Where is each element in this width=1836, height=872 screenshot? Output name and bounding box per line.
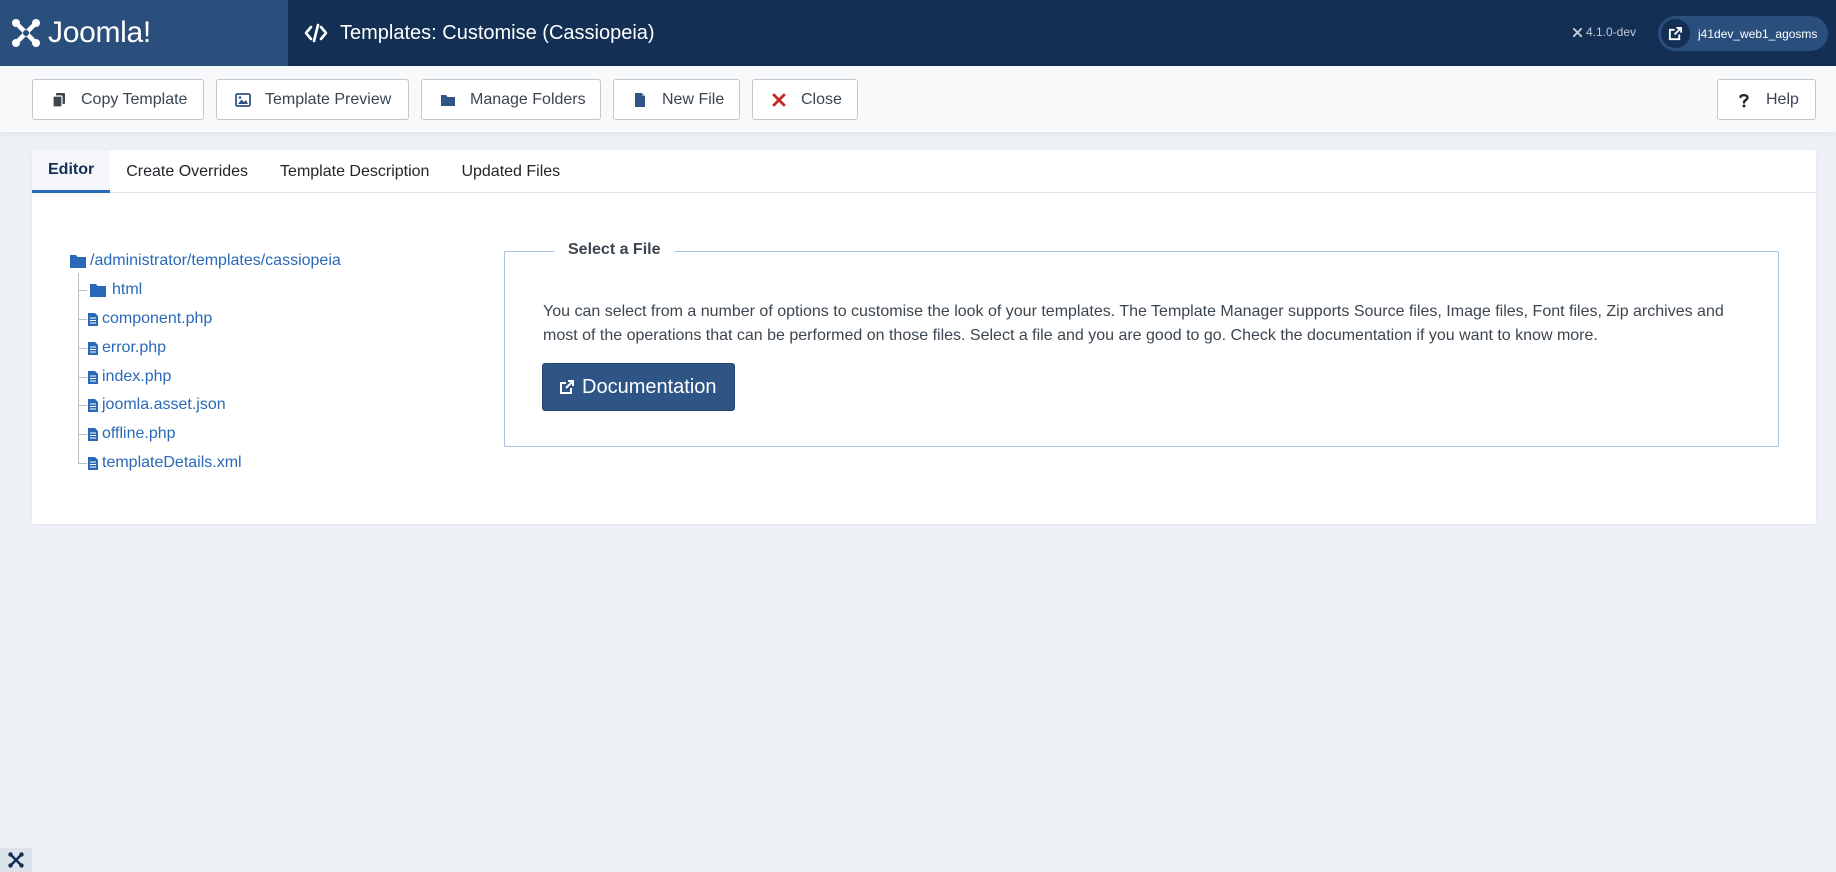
tree-folder-html[interactable]: html xyxy=(90,281,142,299)
toolbar: Copy Template Template Preview Manage Fo… xyxy=(0,66,1836,132)
site-link-label: j41dev_web1_agosms xyxy=(1698,26,1818,41)
select-file-legend: Select a File xyxy=(554,241,675,259)
tree-folder-label: html xyxy=(112,281,143,298)
version-text: 4.1.0-dev xyxy=(1586,25,1637,39)
select-file-description: You can select from a number of options … xyxy=(543,303,1724,344)
site-link-button[interactable]: j41dev_web1_agosms xyxy=(1658,16,1828,51)
close-button[interactable]: Close xyxy=(752,79,858,120)
tree-file-label: joomla.asset.json xyxy=(102,396,226,413)
file-icon xyxy=(88,312,98,326)
select-file-fieldset xyxy=(504,251,1779,447)
file-icon xyxy=(635,92,645,107)
page-title: Templates: Customise (Cassiopeia) xyxy=(340,21,655,44)
tree-root-label: /administrator/templates/cassiopeia xyxy=(90,252,341,269)
tree-file-asset-json[interactable]: joomla.asset.json xyxy=(88,396,226,414)
editor-card: Editor Create Overrides Template Descrip… xyxy=(32,150,1816,524)
tree-file-offline[interactable]: offline.php xyxy=(88,425,176,443)
documentation-label: Documentation xyxy=(582,375,717,398)
tree-file-label: templateDetails.xml xyxy=(102,454,242,471)
joomla-logo[interactable]: Joomla! xyxy=(0,0,288,66)
tree-file-component[interactable]: component.php xyxy=(88,310,212,328)
joomla-logo-icon xyxy=(8,852,24,868)
tree-connector xyxy=(78,319,87,320)
tab-create-overrides[interactable]: Create Overrides xyxy=(110,150,264,193)
tree-root-folder[interactable]: /administrator/templates/cassiopeia xyxy=(70,252,341,270)
version-label: 4.1.0-dev xyxy=(1572,25,1636,39)
tree-file-template-details[interactable]: templateDetails.xml xyxy=(88,454,242,472)
image-icon xyxy=(235,92,251,107)
template-preview-button[interactable]: Template Preview xyxy=(216,79,409,120)
tab-template-description[interactable]: Template Description xyxy=(264,150,445,193)
page-title-wrap: Templates: Customise (Cassiopeia) xyxy=(304,22,655,45)
joomla-logo-icon xyxy=(12,19,40,47)
tree-file-label: offline.php xyxy=(102,425,176,442)
code-icon xyxy=(304,23,328,43)
manage-folders-button[interactable]: Manage Folders xyxy=(421,79,601,120)
help-button[interactable]: Help xyxy=(1717,79,1816,120)
tree-connector xyxy=(78,348,87,349)
tab-bar: Editor Create Overrides Template Descrip… xyxy=(32,150,1816,193)
copy-template-label: Copy Template xyxy=(81,90,188,108)
tab-updated-files[interactable]: Updated Files xyxy=(445,150,576,193)
tab-editor[interactable]: Editor xyxy=(32,150,111,193)
tree-file-error[interactable]: error.php xyxy=(88,339,166,357)
external-link-icon xyxy=(560,380,574,394)
copy-template-button[interactable]: Copy Template xyxy=(32,79,204,120)
file-icon xyxy=(88,341,98,355)
file-icon xyxy=(88,427,98,441)
manage-folders-label: Manage Folders xyxy=(470,90,586,108)
file-icon xyxy=(88,370,98,384)
tree-connector xyxy=(78,377,87,378)
tree-file-label: component.php xyxy=(102,310,213,327)
new-file-label: New File xyxy=(662,90,725,108)
external-link-icon-wrap xyxy=(1661,19,1690,48)
tree-connector xyxy=(78,434,87,435)
file-icon xyxy=(88,456,98,470)
tree-connector xyxy=(78,290,87,291)
template-preview-label: Template Preview xyxy=(265,90,392,108)
folder-icon xyxy=(90,284,106,297)
folder-icon xyxy=(70,255,86,268)
file-icon xyxy=(88,398,98,412)
external-link-icon xyxy=(1668,26,1683,41)
logo-text: Joomla! xyxy=(48,16,151,49)
documentation-button[interactable]: Documentation xyxy=(542,363,735,411)
joomla-footer-icon xyxy=(0,848,32,872)
copy-icon xyxy=(52,92,65,108)
close-icon xyxy=(772,93,786,106)
tree-file-index[interactable]: index.php xyxy=(88,368,171,386)
joomla-small-icon xyxy=(1572,27,1583,37)
new-file-button[interactable]: New File xyxy=(613,79,740,120)
help-label: Help xyxy=(1766,90,1799,108)
tree-file-label: index.php xyxy=(102,368,172,385)
tree-file-label: error.php xyxy=(102,339,167,356)
app-header: Joomla! Templates: Customise (Cassiopeia… xyxy=(0,0,1836,66)
tree-connector xyxy=(78,405,87,406)
folder-icon xyxy=(441,94,455,106)
close-label: Close xyxy=(801,90,842,108)
question-icon xyxy=(1739,93,1749,107)
tree-connector xyxy=(78,463,87,464)
